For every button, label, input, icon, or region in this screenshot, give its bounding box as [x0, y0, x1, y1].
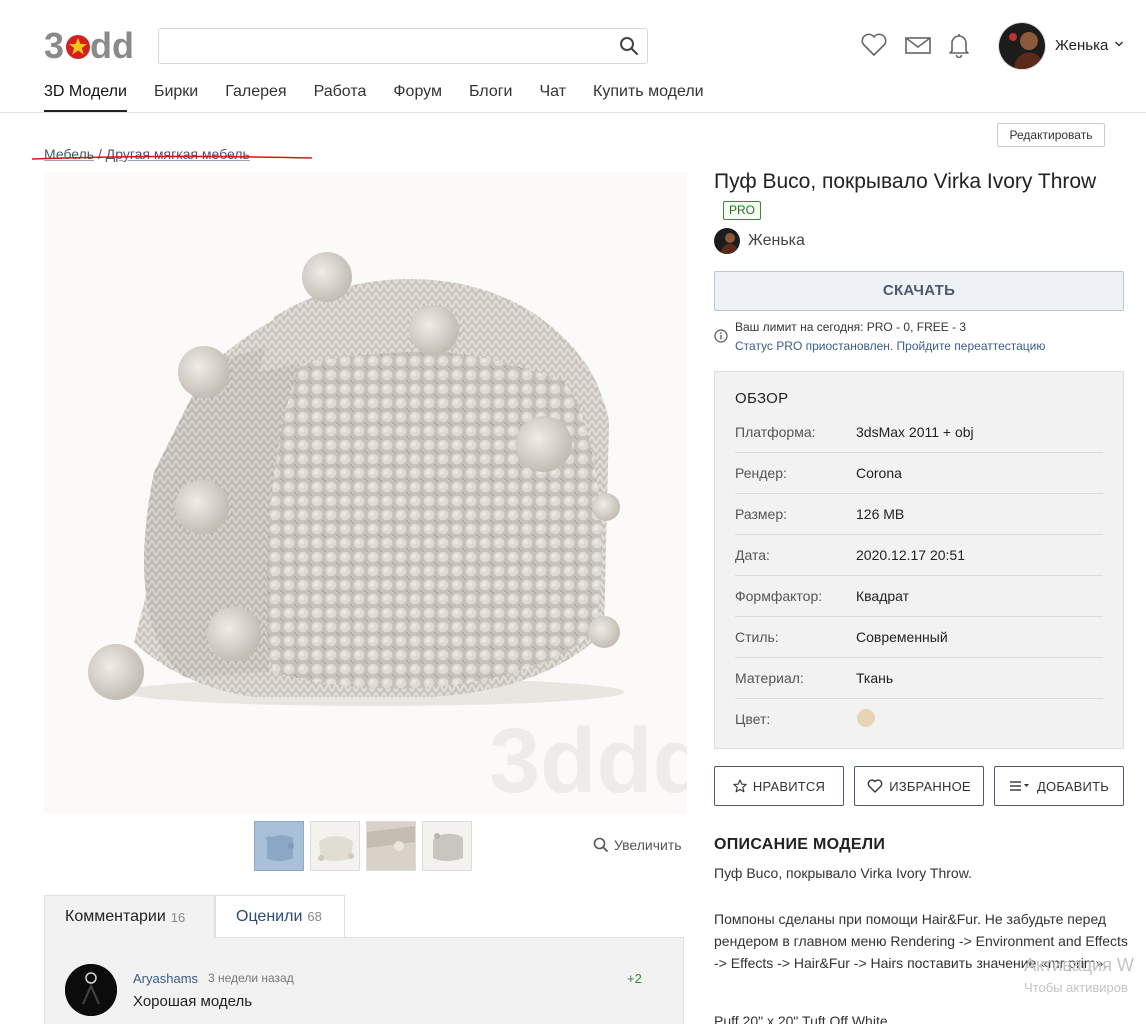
- overview-label: Материал:: [735, 670, 804, 686]
- comment-text: Хорошая модель: [133, 993, 253, 1010]
- svg-text:3: 3: [44, 25, 64, 66]
- comment-time: 3 недели назад: [208, 971, 294, 985]
- overview-label: Формфактор:: [735, 588, 823, 604]
- description-title: ОПИСАНИЕ МОДЕЛИ: [714, 836, 886, 853]
- list-dropdown-icon: [1010, 781, 1030, 791]
- thumbnail-3[interactable]: [366, 821, 416, 871]
- thumbnail-2[interactable]: [310, 821, 360, 871]
- chevron-down-icon[interactable]: [1114, 40, 1124, 48]
- comments-panel: Aryashams 3 недели назад +2 Хорошая моде…: [44, 937, 684, 1024]
- overview-value[interactable]: Квадрат: [856, 588, 909, 604]
- heart-icon[interactable]: [860, 32, 888, 58]
- pro-status-link[interactable]: Статус PRO приостановлен. Пройдите переа…: [735, 339, 1045, 353]
- overview-row-formfactor: Формфактор: Квадрат: [735, 576, 1103, 617]
- star-icon: [733, 779, 747, 793]
- author-name[interactable]: Женька: [748, 232, 805, 250]
- search-icon[interactable]: [619, 36, 639, 56]
- tab-ratings-count: 68: [307, 909, 322, 924]
- like-label: НРАВИТСЯ: [752, 778, 826, 794]
- zoom-icon: [593, 837, 609, 853]
- red-underline-annotation: [31, 155, 313, 160]
- overview-value[interactable]: Современный: [856, 629, 948, 645]
- tab-ratings-label: Оценили: [236, 907, 303, 925]
- nav-divider: [0, 112, 1146, 113]
- overview-row-color: Цвет:: [735, 699, 1103, 740]
- description-line-3: Puff 20" x 20" Tuft Off White: [714, 1013, 888, 1024]
- overview-value: 126 MB: [856, 506, 905, 522]
- overview-label: Цвет:: [735, 711, 771, 727]
- overview-row-date: Дата: 2020.12.17 20:51: [735, 535, 1103, 576]
- author-avatar[interactable]: [714, 228, 740, 254]
- nav-3d-models[interactable]: 3D Модели: [44, 82, 127, 112]
- overview-title: ОБЗОР: [735, 390, 789, 407]
- overview-row-platform: Платформа: 3dsMax 2011 + obj: [735, 412, 1103, 453]
- nav-chat[interactable]: Чат: [540, 82, 567, 112]
- nav-tags[interactable]: Бирки: [154, 82, 198, 112]
- tab-comments-count: 16: [170, 909, 186, 925]
- overview-panel: ОБЗОР Платформа: 3dsMax 2011 + obj Ренде…: [714, 371, 1124, 749]
- add-label: ДОБАВИТЬ: [1037, 778, 1109, 794]
- overview-label: Платформа:: [735, 424, 816, 440]
- favorite-button[interactable]: ИЗБРАННОЕ: [854, 766, 984, 806]
- site-logo[interactable]: 3 dd: [44, 24, 134, 66]
- pro-badge: PRO: [723, 201, 762, 220]
- comment-avatar[interactable]: [65, 964, 117, 1016]
- overview-label: Размер:: [735, 506, 788, 522]
- overview-label: Дата:: [735, 547, 770, 563]
- add-button[interactable]: ДОБАВИТЬ: [994, 766, 1124, 806]
- download-limit: Ваш лимит на сегодня: PRO - 0, FREE - 3: [735, 320, 967, 334]
- overview-value: 2020.12.17 20:51: [856, 547, 965, 563]
- overview-value: Corona: [856, 465, 902, 481]
- nav-blogs[interactable]: Блоги: [469, 82, 513, 112]
- mail-icon[interactable]: [904, 32, 932, 58]
- nav-buy-models[interactable]: Купить модели: [593, 82, 704, 112]
- windows-activation-title: Активация W: [1024, 955, 1134, 975]
- nav-work[interactable]: Работа: [314, 82, 367, 112]
- main-nav: 3D Модели Бирки Галерея Работа Форум Бло…: [44, 82, 731, 112]
- comment-author[interactable]: Aryashams: [133, 971, 198, 986]
- tab-comments-label: Комментарии: [65, 908, 166, 925]
- tab-comments[interactable]: Комментарии 16: [44, 895, 215, 938]
- overview-label: Рендер:: [735, 465, 787, 481]
- thumbnail-4[interactable]: [422, 821, 472, 871]
- zoom-button[interactable]: Увеличить: [593, 837, 682, 853]
- overview-row-size: Размер: 126 MB: [735, 494, 1103, 535]
- tab-ratings[interactable]: Оценили 68: [215, 895, 345, 938]
- info-icon: [714, 329, 728, 343]
- bell-icon[interactable]: [945, 32, 973, 58]
- thumbnail-strip: [254, 821, 472, 871]
- edit-button[interactable]: Редактировать: [997, 123, 1105, 147]
- overview-row-render: Рендер: Corona: [735, 453, 1103, 494]
- nav-gallery[interactable]: Галерея: [225, 82, 286, 112]
- heart-icon: [867, 779, 883, 793]
- overview-row-style: Стиль: Современный: [735, 617, 1103, 658]
- zoom-label: Увеличить: [614, 837, 682, 853]
- download-button[interactable]: СКАЧАТЬ: [714, 271, 1124, 311]
- comment-score: +2: [627, 971, 642, 986]
- nav-forum[interactable]: Форум: [393, 82, 442, 112]
- svg-text:dd: dd: [90, 25, 134, 66]
- search-input[interactable]: [159, 29, 599, 63]
- user-avatar[interactable]: [998, 22, 1046, 70]
- thumbnail-1[interactable]: [254, 821, 304, 871]
- favorite-label: ИЗБРАННОЕ: [889, 778, 971, 794]
- overview-value: 3dsMax 2011 + obj: [856, 424, 974, 440]
- windows-activation-text: Чтобы активиров: [1024, 980, 1128, 995]
- overview-label: Стиль:: [735, 629, 779, 645]
- overview-value[interactable]: Ткань: [856, 670, 893, 686]
- product-main-image[interactable]: 3ddd: [44, 172, 687, 814]
- comments-section: Aryashams 3 недели назад +2 Хорошая моде…: [44, 895, 684, 1024]
- overview-row-material: Материал: Ткань: [735, 658, 1103, 699]
- image-watermark: 3ddd: [489, 710, 687, 812]
- like-button[interactable]: НРАВИТСЯ: [714, 766, 844, 806]
- color-swatch[interactable]: [857, 709, 875, 727]
- search-bar[interactable]: [158, 28, 648, 64]
- product-title: Пуф Buco, покрывало Virka Ivory Throw: [714, 170, 1097, 193]
- user-name[interactable]: Женька: [1055, 37, 1108, 54]
- description-line-1: Пуф Buco, покрывало Virka Ivory Throw.: [714, 865, 972, 881]
